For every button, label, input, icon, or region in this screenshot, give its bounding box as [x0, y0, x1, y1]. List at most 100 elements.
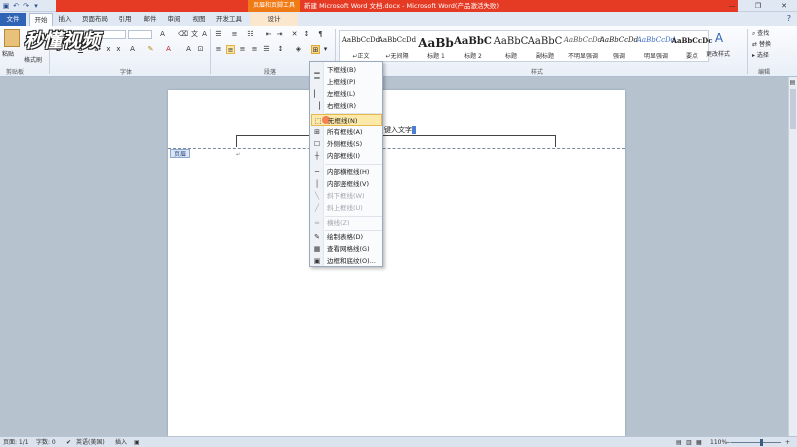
multilevel-list-icon[interactable]: ☷ — [246, 30, 255, 39]
redo-icon[interactable]: ↷ — [22, 2, 30, 10]
tab-review[interactable]: 审阅 — [164, 13, 184, 26]
zoom-level[interactable]: 110% — [710, 437, 727, 447]
find-button[interactable]: ⌕ 查找 — [752, 29, 769, 38]
style-heading-2[interactable]: AaBbC 标题 2 — [452, 32, 494, 61]
menu-item-top-border[interactable]: ▔ 上框线(P) — [311, 76, 382, 88]
menu-item-label: 内部框线(I) — [327, 152, 360, 160]
clear-format-icon[interactable]: ⌫ — [178, 30, 188, 39]
view-web-icon[interactable]: ▦ — [696, 437, 702, 447]
customize-icon[interactable]: ▾ — [32, 2, 40, 10]
language-indicator[interactable]: 英语(美国) — [76, 437, 105, 447]
editing-group-label: 编辑 — [758, 69, 771, 76]
tab-home[interactable]: 开始 — [29, 13, 53, 26]
tab-design[interactable]: 设计 — [250, 13, 298, 26]
distributed-icon[interactable]: ☰ — [262, 45, 271, 54]
line-spacing-icon[interactable]: ↕ — [276, 45, 285, 54]
menu-item-inside-borders[interactable]: ┼ 内部框线(I) — [311, 150, 382, 162]
justify-icon[interactable]: ≡ — [250, 45, 259, 54]
replace-button[interactable]: ⇄ 替换 — [752, 40, 771, 49]
menu-item-all-borders[interactable]: ⊞ 所有框线(A) — [311, 126, 382, 138]
menu-item-borders-shading[interactable]: ▣ 边框和底纹(O)... — [311, 255, 382, 267]
menu-item-left-border[interactable]: ▏ 左框线(L) — [311, 88, 382, 100]
save-icon[interactable]: ▣ — [2, 2, 10, 10]
ruler-toggle-icon[interactable]: ▤ — [789, 79, 796, 86]
char-shading-icon[interactable]: A — [184, 45, 193, 54]
align-center-icon[interactable]: ≡ — [226, 45, 235, 54]
tab-view[interactable]: 视图 — [189, 13, 209, 26]
font-size-combo[interactable] — [128, 30, 152, 39]
word-count[interactable]: 字数: 0 — [36, 437, 56, 447]
align-right-icon[interactable]: ≡ — [238, 45, 247, 54]
border-bottom-icon: ▁ — [314, 66, 320, 74]
undo-icon[interactable]: ↶ — [12, 2, 20, 10]
subscript-icon[interactable]: x — [104, 45, 113, 54]
tab-mailings[interactable]: 邮件 — [140, 13, 160, 26]
change-styles-icon[interactable]: A — [712, 32, 726, 48]
sort-icon[interactable]: ↕ — [302, 30, 311, 39]
border-all-icon: ⊞ — [314, 128, 320, 136]
text-effect-icon[interactable]: A — [128, 45, 137, 54]
zoom-slider[interactable] — [731, 442, 781, 443]
enclose-char-icon[interactable]: A — [200, 30, 209, 39]
view-reading-icon[interactable]: ▥ — [686, 437, 692, 447]
tab-page-layout[interactable]: 页面布局 — [80, 13, 110, 26]
grow-font-icon[interactable]: A — [158, 30, 167, 39]
macro-record-icon[interactable]: ▣ — [134, 437, 140, 447]
proofing-icon[interactable]: ✔ — [66, 437, 71, 447]
insert-mode[interactable]: 插入 — [115, 437, 127, 447]
highlight-icon[interactable]: ✎ — [146, 45, 155, 54]
shading-icon[interactable]: ◈ — [294, 45, 303, 54]
superscript-icon[interactable]: x — [114, 45, 123, 54]
select-label: 选择 — [756, 52, 769, 59]
style-no-spacing[interactable]: AaBbCcDd ↵无间隔 — [376, 32, 418, 61]
diagonal-up-icon: ╱ — [314, 204, 320, 212]
menu-item-bottom-border[interactable]: ▁ 下框线(B) — [311, 64, 382, 76]
page-count[interactable]: 页面: 1/1 — [3, 437, 29, 447]
border-outside-icon: ☐ — [313, 140, 321, 148]
select-button[interactable]: ▸ 选择 — [752, 51, 769, 60]
style-subtitle[interactable]: AaBbC 副标题 — [524, 32, 566, 61]
paste-button[interactable]: 粘贴 — [2, 49, 14, 58]
vertical-scrollbar[interactable] — [788, 77, 797, 436]
menu-item-draw-table[interactable]: ✎ 绘制表格(D) — [311, 231, 382, 243]
menu-item-inside-vertical[interactable]: │ 内部竖框线(V) — [311, 178, 382, 190]
close-button[interactable]: ✕ — [771, 0, 797, 12]
bullets-icon[interactable]: ☰ — [214, 30, 223, 39]
zoom-in-icon[interactable]: + — [785, 437, 790, 447]
paste-icon[interactable] — [4, 29, 20, 47]
show-marks-icon[interactable]: ¶ — [316, 30, 325, 39]
chinese-layout-icon[interactable]: ✕ — [290, 30, 299, 39]
menu-item-right-border[interactable]: ▕ 右框线(R) — [311, 100, 382, 112]
zoom-slider-knob[interactable] — [760, 439, 763, 446]
align-left-icon[interactable]: ≡ — [214, 45, 223, 54]
char-border-icon[interactable]: ⊡ — [196, 45, 205, 54]
view-print-layout-icon[interactable]: ▤ — [676, 437, 682, 447]
format-painter-button[interactable]: 格式刷 — [24, 56, 42, 65]
tab-developer[interactable]: 开发工具 — [214, 13, 244, 26]
text-cursor — [412, 126, 416, 134]
change-styles-button[interactable]: 更改样式 — [706, 50, 730, 59]
numbering-icon[interactable]: ≡ — [230, 30, 239, 39]
phonetic-icon[interactable]: 文 — [190, 30, 199, 39]
header-text[interactable]: 键入文字 — [384, 125, 416, 135]
tab-references[interactable]: 引用 — [115, 13, 135, 26]
menu-item-inside-horizontal[interactable]: ─ 内部横框线(H) — [311, 166, 382, 178]
document-page[interactable]: 键入文字 页眉 ↵ — [168, 90, 625, 436]
font-color-icon[interactable]: A — [164, 45, 173, 54]
tab-file[interactable]: 文件 — [0, 13, 26, 26]
help-icon[interactable]: ? — [787, 14, 791, 23]
border-dropdown-icon[interactable]: ⊞ — [311, 45, 320, 54]
minimize-button[interactable]: — — [719, 0, 745, 12]
tab-insert[interactable]: 插入 — [55, 13, 75, 26]
chevron-down-icon[interactable]: ▾ — [321, 45, 330, 54]
menu-item-label: 内部竖框线(V) — [327, 180, 370, 188]
menu-item-view-gridlines[interactable]: ▦ 查看网格线(G) — [311, 243, 382, 255]
restore-button[interactable]: ❐ — [745, 0, 771, 12]
style-emphasis[interactable]: AaBbCcDd 强调 — [598, 32, 640, 61]
increase-indent-icon[interactable]: ⇥ — [275, 30, 284, 39]
style-heading-1[interactable]: AaBb 标题 1 — [415, 32, 457, 61]
menu-item-no-border[interactable]: ⬚ 无框线(N) — [311, 114, 382, 126]
scrollbar-thumb[interactable] — [790, 89, 796, 129]
decrease-indent-icon[interactable]: ⇤ — [264, 30, 273, 39]
menu-item-outside-borders[interactable]: ☐ 外侧框线(S) — [311, 138, 382, 150]
